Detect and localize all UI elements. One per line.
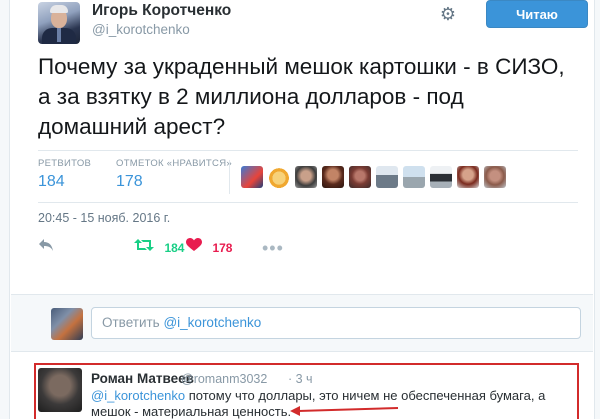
divider — [38, 150, 578, 151]
retweets-label: РЕТВИТОВ — [38, 158, 92, 169]
like-button[interactable]: 178 — [186, 236, 232, 260]
author-name[interactable]: Игорь Коротченко — [92, 2, 231, 20]
reply-mention[interactable]: @i_korotchenko — [91, 388, 185, 403]
stats-divider — [229, 160, 230, 194]
author-handle[interactable]: @i_korotchenko — [92, 22, 190, 37]
reply-button[interactable] — [38, 236, 54, 260]
reply-author-name[interactable]: Роман Матвеев — [91, 371, 194, 386]
liker-avatar[interactable] — [349, 166, 371, 188]
retweet-icon — [134, 236, 154, 260]
reply-composer: Ответить @i_korotchenko — [11, 294, 593, 352]
retweets-stat[interactable]: РЕТВИТОВ 184 — [38, 158, 91, 191]
likes-value: 178 — [116, 173, 143, 190]
current-user-avatar — [51, 308, 83, 340]
reply-author-handle[interactable]: @romanm3032 — [181, 372, 267, 386]
red-arrow-annotation — [290, 406, 399, 416]
window-frame-left — [0, 0, 10, 419]
tweet-header: Игорь Коротченко @i_korotchenko ⚙ Читаю — [38, 0, 590, 48]
liker-avatar[interactable] — [484, 166, 506, 188]
liker-avatar[interactable] — [403, 166, 425, 188]
liker-avatar[interactable] — [376, 166, 398, 188]
reply-placeholder-mention: @i_korotchenko — [163, 315, 262, 330]
reply-input[interactable]: Ответить @i_korotchenko — [91, 307, 581, 339]
tweet-timestamp[interactable]: 20:45 - 15 нояб. 2016 г. — [38, 211, 170, 225]
heart-icon — [186, 236, 202, 260]
more-icon[interactable]: ••• — [262, 236, 284, 260]
liker-avatar[interactable] — [295, 166, 317, 188]
following-button[interactable]: Читаю — [486, 0, 588, 28]
like-count: 178 — [212, 241, 233, 255]
retweet-button[interactable]: 184 — [134, 236, 184, 260]
gear-icon[interactable]: ⚙ — [438, 4, 458, 24]
divider — [38, 202, 578, 203]
reply-time[interactable]: · 3 ч — [288, 372, 313, 386]
window-frame-right — [594, 0, 600, 419]
liker-avatar[interactable] — [457, 166, 479, 188]
retweet-count: 184 — [164, 241, 185, 255]
reply-icon — [38, 236, 54, 260]
retweets-value: 184 — [38, 173, 65, 190]
likes-stat[interactable]: ОТМЕТОК «НРАВИТСЯ» 178 — [116, 158, 232, 191]
liker-avatar[interactable] — [241, 166, 263, 188]
reply-placeholder: Ответить — [102, 315, 164, 330]
reply-author-avatar[interactable] — [38, 368, 82, 412]
tweet-text: Почему за украденный мешок картошки - в … — [38, 54, 565, 139]
liker-avatar[interactable] — [322, 166, 344, 188]
liker-avatar[interactable] — [268, 166, 290, 188]
liker-avatar[interactable] — [430, 166, 452, 188]
likes-label: ОТМЕТОК «НРАВИТСЯ» — [116, 158, 232, 169]
author-avatar[interactable] — [38, 2, 80, 44]
